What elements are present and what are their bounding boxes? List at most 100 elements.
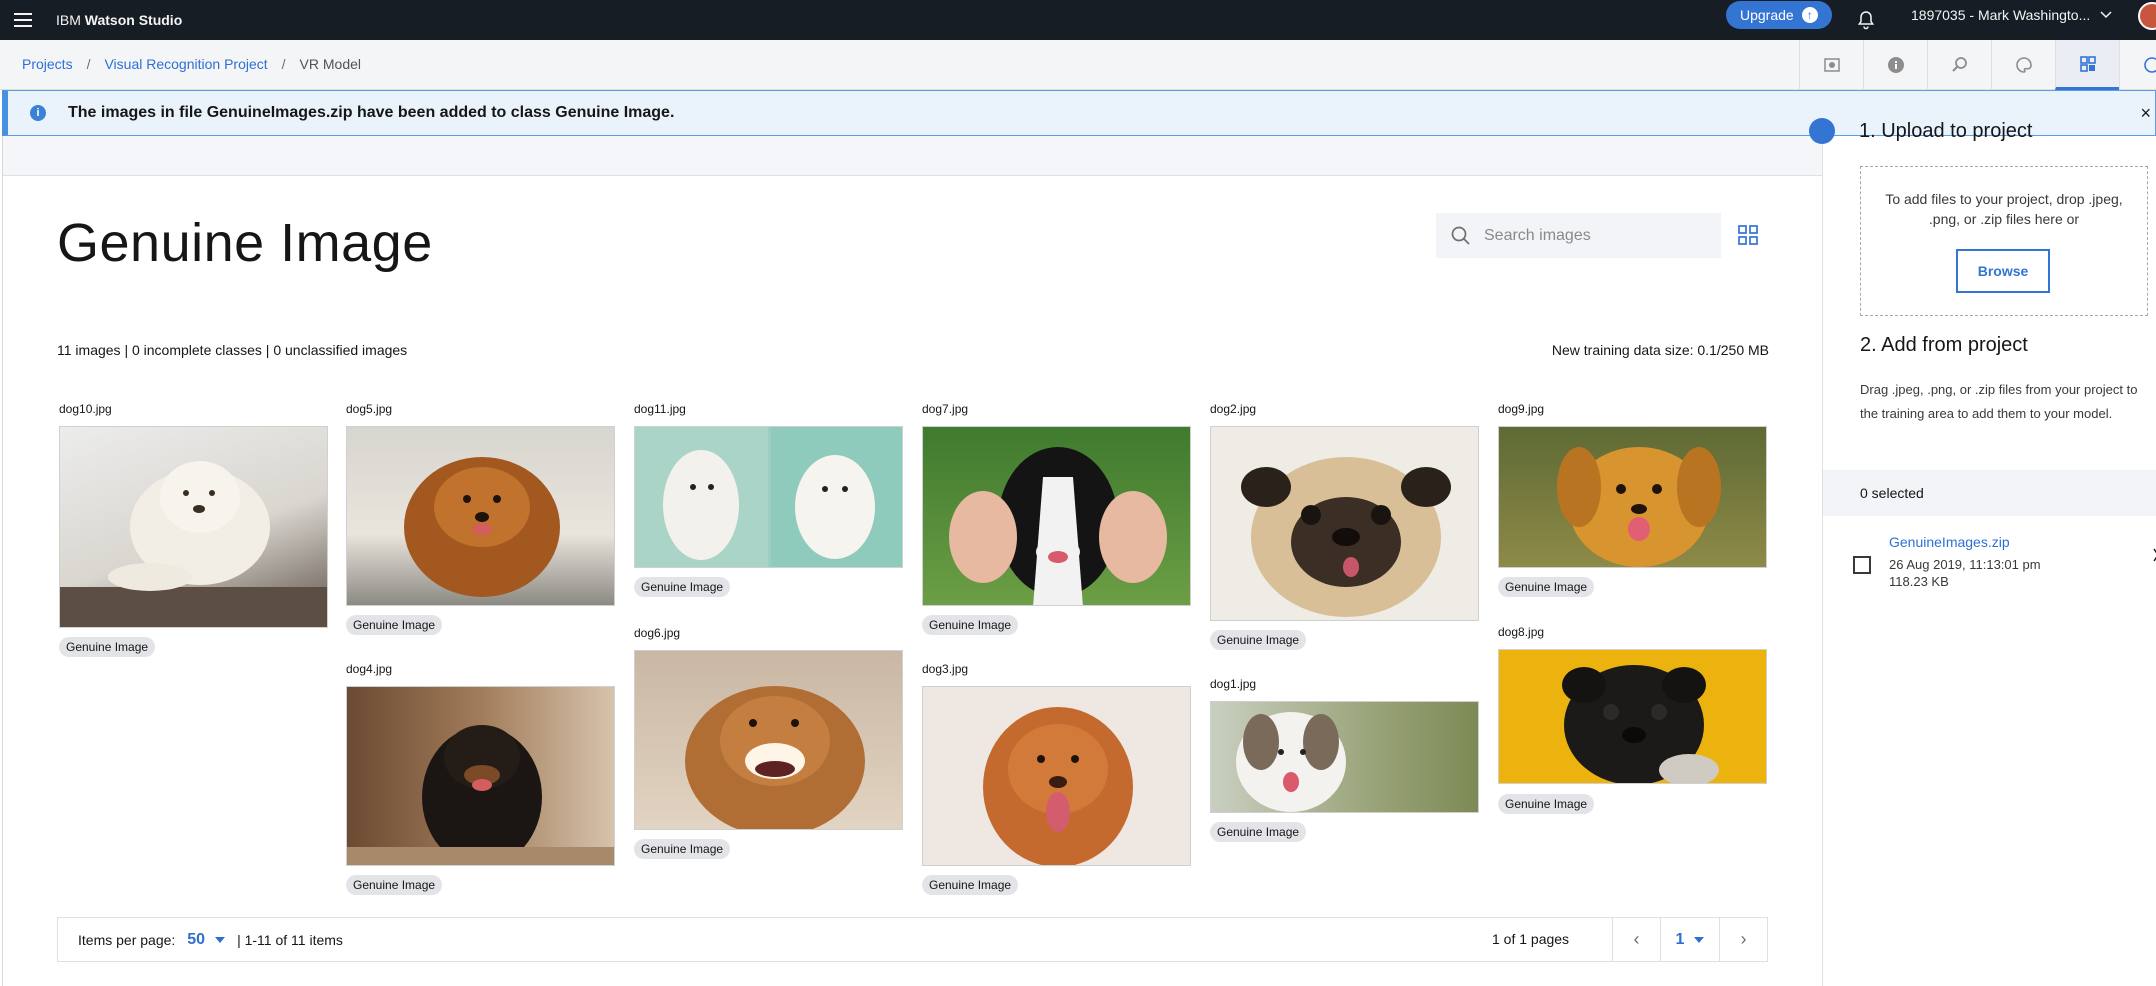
class-tag: Genuine Image [1498,794,1595,814]
page-title: Genuine Image [57,213,433,273]
class-tag: Genuine Image [59,637,156,657]
breadcrumb-separator: / [281,56,286,72]
image-thumbnail[interactable] [1498,426,1767,568]
image-filename: dog5.jpg [346,402,393,416]
bell-icon[interactable] [1855,9,1877,31]
toolbar-camera-button[interactable] [1799,40,1863,90]
file-date: 26 Aug 2019, 11:13:01 pm [1889,557,2041,572]
pagination: Items per page: 50 | 1-11 of 11 items 1 … [57,917,1768,962]
grid-view-icon[interactable] [1737,224,1759,246]
dog-photo [347,725,614,865]
toolbar-find-button[interactable] [1927,40,1991,90]
image-thumbnail[interactable] [922,426,1191,606]
toolbar-palette-button[interactable] [1991,40,2055,90]
browse-button[interactable]: Browse [1956,249,2050,293]
next-page-button[interactable]: › [1719,918,1767,961]
class-tag: Genuine Image [1210,630,1307,650]
image-summary: 11 images | 0 incomplete classes | 0 unc… [57,342,408,358]
breadcrumb-projects[interactable]: Projects [22,56,73,72]
dog-photo [685,686,865,829]
dog-photo [1557,447,1721,567]
image-filename: dog10.jpg [59,402,112,416]
brand-name: Watson Studio [84,12,183,28]
class-tag: Genuine Image [634,577,731,597]
selected-count: 0 selected [1823,470,2156,516]
chevron-left-icon: ‹ [1633,929,1640,949]
menu-icon[interactable] [0,0,46,40]
toolbar-explore-button[interactable] [2119,40,2156,90]
class-tag: Genuine Image [346,615,443,635]
search-input[interactable] [1484,226,1704,245]
upgrade-label: Upgrade [1740,7,1794,23]
account-switcher[interactable]: 1897035 - Mark Washingto... [1911,0,2112,30]
training-data-size: New training data size: 0.1/250 MB [1551,342,1769,358]
class-header-strip [3,136,1823,176]
brand-prefix: IBM [56,12,81,28]
class-tag: Genuine Image [634,839,731,859]
file-checkbox[interactable] [1853,556,1871,574]
info-icon: i [30,105,46,121]
current-page: 1 [1675,930,1685,948]
page-select[interactable]: 1 [1660,918,1719,961]
breadcrumb-separator: / [86,56,91,72]
image-thumbnail[interactable] [1210,701,1479,813]
info-icon [1887,57,1904,73]
add-section-description: Drag .jpeg, .png, or .zip files from you… [1860,382,2138,421]
data-side-panel: 1. Upload to project To add files to you… [1809,118,2156,986]
breadcrumb: Projects / Visual Recognition Project / … [22,56,361,72]
pages-label: 1 of 1 pages [1492,931,1570,947]
compass-icon [2143,57,2156,73]
class-tag: Genuine Image [922,875,1019,895]
add-section-title: 2. Add from project [1860,334,2028,356]
image-thumbnail[interactable] [922,686,1191,866]
upgrade-button[interactable]: Upgrade ↑ [1726,1,1832,29]
file-name-link[interactable]: GenuineImages.zip [1889,534,2010,550]
toolbar-info-button[interactable] [1863,40,1927,90]
image-thumbnail[interactable] [1498,649,1767,784]
dog-photo [60,461,327,627]
class-tag: Genuine Image [346,875,443,895]
upgrade-arrow-icon: ↑ [1801,7,1818,23]
chevron-down-icon [1694,936,1705,943]
image-filename: dog1.jpg [1210,677,1257,691]
previous-page-button[interactable]: ‹ [1612,918,1660,961]
chevron-right-icon: › [1740,929,1747,949]
search-box[interactable] [1436,213,1721,258]
image-filename: dog7.jpg [922,402,969,416]
image-thumbnail[interactable] [59,426,328,628]
dropzone-text: To add files to your project, drop .jpeg… [1885,191,2123,227]
image-thumbnail[interactable] [346,686,615,866]
class-tag: Genuine Image [1498,577,1595,597]
dog-photo [635,427,902,567]
dog-photo [1236,712,1346,812]
palette-icon [2015,57,2032,73]
toolbar-data-button[interactable] [2055,40,2119,90]
items-per-page-select[interactable]: 50 [187,931,205,949]
notification-message: The images in file GenuineImages.zip hav… [68,104,675,121]
dog-photo [404,457,560,597]
image-thumbnail[interactable] [346,426,615,606]
image-filename: dog4.jpg [346,662,393,676]
file-dropzone[interactable]: To add files to your project, drop .jpeg… [1860,166,2148,316]
breadcrumb-project[interactable]: Visual Recognition Project [104,56,267,72]
image-filename: dog6.jpg [634,626,681,640]
chevron-down-icon[interactable] [215,936,226,943]
camera-icon [1823,58,1840,72]
avatar[interactable] [2138,2,2156,30]
items-range: | 1-11 of 11 items [237,931,343,948]
items-per-page-label: Items per page: [78,931,176,948]
image-thumbnail[interactable] [634,426,903,568]
image-filename: dog11.jpg [634,402,686,416]
main-panel: Genuine Image 11 images | 0 incomplete c… [2,136,1823,986]
image-thumbnail[interactable] [634,650,903,830]
image-thumbnail[interactable] [1210,426,1479,621]
sub-header: Projects / Visual Recognition Project / … [0,40,2156,90]
breadcrumb-current: VR Model [299,56,361,72]
close-icon[interactable]: × [2140,103,2151,124]
image-filename: dog9.jpg [1498,402,1545,416]
upload-section-title: 1. Upload to project [1859,120,2033,142]
data-panel-icon [2079,55,2096,72]
chevron-down-icon [2100,11,2112,19]
dog-photo [983,707,1133,865]
app-brand[interactable]: IBM Watson Studio [56,12,182,28]
